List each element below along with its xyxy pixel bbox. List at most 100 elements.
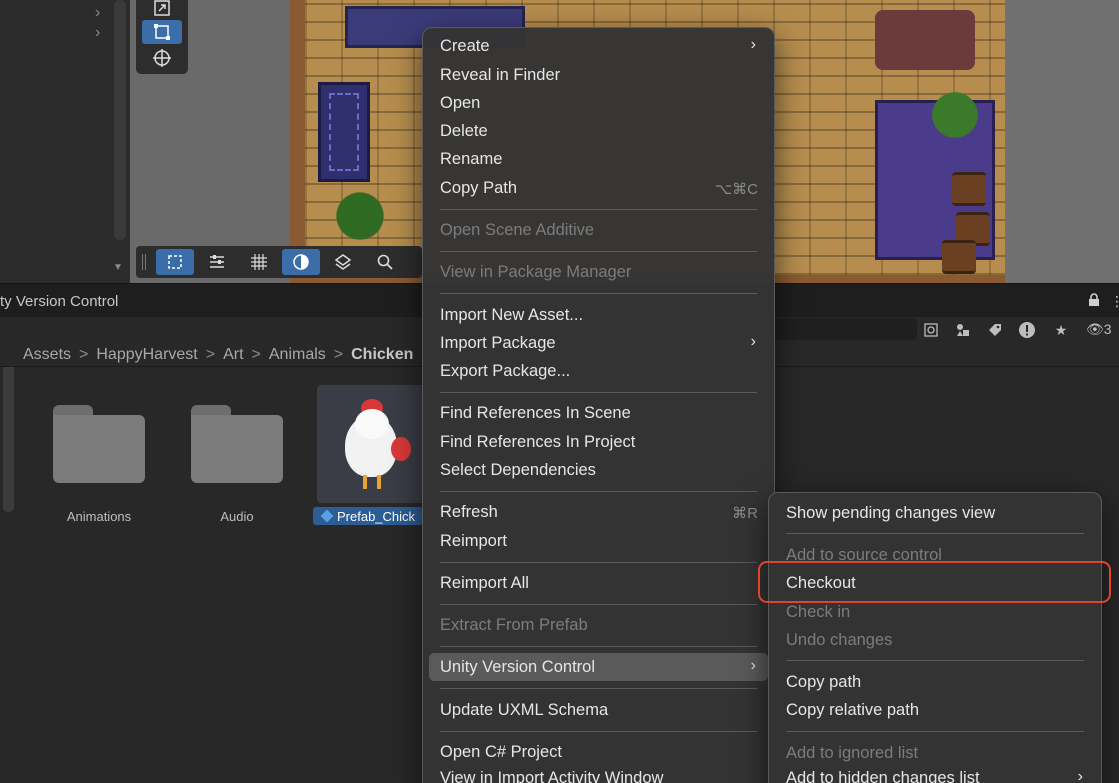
menu-item-find-references-in-scene[interactable]: Find References In Scene bbox=[429, 399, 768, 427]
layers-icon[interactable] bbox=[324, 249, 362, 275]
hierarchy-pane: › › ▼ bbox=[0, 0, 130, 283]
chevron-right-icon: › bbox=[750, 657, 756, 674]
search-filter-icon[interactable] bbox=[918, 319, 944, 341]
menu-item-export-package[interactable]: Export Package... bbox=[429, 357, 768, 385]
shortcut-label: ⌥⌘C bbox=[714, 181, 758, 198]
menu-item-open-scene-additive: Open Scene Additive bbox=[440, 220, 595, 239]
plant-sprite bbox=[315, 180, 405, 240]
chevron-right-icon[interactable]: › bbox=[95, 4, 100, 22]
window-title[interactable]: ty Version Control bbox=[0, 293, 118, 310]
breadcrumb-current[interactable]: Chicken bbox=[351, 346, 413, 364]
rug-sprite bbox=[318, 82, 370, 182]
chicken-head bbox=[355, 409, 389, 439]
chevron-right-icon: › bbox=[1077, 768, 1083, 783]
breadcrumb-item[interactable]: Animals bbox=[269, 346, 326, 364]
filter-by-type-icon[interactable] bbox=[950, 319, 976, 341]
menu-item-reimport[interactable]: Reimport bbox=[429, 527, 768, 555]
chevron-right-icon: > bbox=[333, 345, 344, 363]
scroll-down-icon[interactable]: ▼ bbox=[113, 262, 123, 273]
shortcut-label: ⌘R bbox=[732, 505, 758, 522]
barrel-sprite bbox=[942, 240, 976, 274]
asset-label: Animations bbox=[66, 509, 132, 524]
hierarchy-scrollbar[interactable] bbox=[114, 0, 126, 240]
menu-item-unity-version-control[interactable]: Unity Version Control › bbox=[429, 653, 768, 681]
asset-folder-audio[interactable]: Audio bbox=[182, 405, 292, 524]
scale-tool-icon[interactable] bbox=[142, 0, 182, 20]
chicken-wing bbox=[391, 437, 411, 461]
scene-background bbox=[1005, 0, 1119, 283]
rect-select-icon[interactable] bbox=[156, 249, 194, 275]
menu-separator bbox=[786, 533, 1084, 534]
menu-item-open-csharp-project[interactable]: Open C# Project bbox=[429, 738, 768, 766]
align-icon[interactable] bbox=[198, 249, 236, 275]
more-options-icon[interactable]: ⋮ bbox=[1110, 293, 1119, 310]
prefab-cube-icon bbox=[320, 509, 334, 523]
chevron-right-icon: > bbox=[205, 345, 216, 363]
menu-item-copy-path[interactable]: Copy path bbox=[775, 668, 1095, 696]
menu-item-add-to-ignored-list: Add to ignored list bbox=[786, 743, 919, 762]
asset-label-selected[interactable]: Prefab_Chick bbox=[313, 507, 423, 525]
menu-item-reimport-all[interactable]: Reimport All bbox=[429, 569, 768, 597]
menu-separator bbox=[440, 293, 757, 294]
menu-item-import-package[interactable]: Import Package › bbox=[429, 329, 768, 357]
menu-item-select-dependencies[interactable]: Select Dependencies bbox=[429, 456, 768, 484]
asset-folder-animations[interactable]: Animations bbox=[44, 405, 154, 524]
favorite-star-icon[interactable]: ★ bbox=[1048, 319, 1074, 341]
drag-handle-icon[interactable] bbox=[142, 254, 146, 270]
menu-item-copy-relative-path[interactable]: Copy relative path bbox=[775, 696, 1095, 724]
menu-item-rename[interactable]: Rename bbox=[429, 145, 768, 173]
asset-label: Prefab_Chick bbox=[337, 508, 416, 524]
barrel-sprite bbox=[952, 172, 986, 206]
menu-separator bbox=[440, 646, 757, 647]
lock-icon[interactable] bbox=[1088, 293, 1102, 307]
checkout-highlight-annotation bbox=[758, 561, 1111, 603]
chicken-leg bbox=[377, 475, 381, 489]
breadcrumb-item[interactable]: HappyHarvest bbox=[96, 346, 197, 364]
menu-item-extract-from-prefab: Extract From Prefab bbox=[440, 615, 588, 634]
folder-tree-scrollbar[interactable] bbox=[3, 362, 14, 512]
menu-item-import-new-asset[interactable]: Import New Asset... bbox=[429, 301, 768, 329]
circle-icon[interactable] bbox=[282, 249, 320, 275]
chicken-leg bbox=[363, 475, 367, 489]
sofa-sprite bbox=[875, 10, 975, 70]
menu-separator bbox=[786, 660, 1084, 661]
menu-separator bbox=[786, 731, 1084, 732]
menu-separator bbox=[440, 491, 757, 492]
chevron-right-icon: > bbox=[251, 345, 261, 363]
menu-item-update-uxml-schema[interactable]: Update UXML Schema bbox=[429, 696, 768, 724]
breadcrumb-item[interactable]: Art bbox=[223, 346, 243, 364]
menu-separator bbox=[440, 731, 757, 732]
hidden-packages-count[interactable]: 👁3 bbox=[1086, 321, 1112, 338]
menu-item-show-pending-changes[interactable]: Show pending changes view bbox=[775, 499, 1095, 527]
menu-item-create[interactable]: Create › bbox=[429, 32, 768, 60]
menu-item-undo-changes: Undo changes bbox=[786, 630, 893, 649]
menu-item-open[interactable]: Open bbox=[429, 89, 768, 117]
menu-item-view-in-import-activity-window[interactable]: View in Import Activity Window bbox=[429, 764, 768, 783]
chevron-right-icon[interactable]: › bbox=[95, 24, 100, 42]
filter-by-label-icon[interactable] bbox=[982, 319, 1008, 341]
menu-item-add-to-hidden-changes-list[interactable]: Add to hidden changes list › bbox=[775, 764, 1095, 783]
eye-icon: 👁 bbox=[1086, 321, 1104, 337]
menu-item-find-references-in-project[interactable]: Find References In Project bbox=[429, 428, 768, 456]
transform-tool-icon[interactable] bbox=[142, 46, 182, 70]
menu-item-delete[interactable]: Delete bbox=[429, 117, 768, 145]
chevron-right-icon: > bbox=[79, 345, 89, 363]
grid-snap-icon[interactable] bbox=[240, 249, 278, 275]
menu-separator bbox=[440, 688, 757, 689]
prefab-thumbnail[interactable] bbox=[317, 385, 425, 503]
context-menu: Create › Reveal in Finder Open Delete Ren… bbox=[422, 27, 775, 783]
rect-tool-icon[interactable] bbox=[142, 20, 182, 44]
plant-sprite bbox=[920, 80, 990, 150]
chevron-right-icon: › bbox=[750, 36, 756, 53]
menu-item-reveal-in-finder[interactable]: Reveal in Finder bbox=[429, 61, 768, 89]
asset-label: Audio bbox=[220, 509, 254, 524]
search-input[interactable] bbox=[770, 318, 917, 340]
menu-separator bbox=[440, 562, 757, 563]
menu-separator bbox=[440, 392, 757, 393]
menu-item-refresh[interactable]: Refresh ⌘R bbox=[429, 498, 768, 526]
warning-icon[interactable] bbox=[1014, 319, 1040, 341]
chevron-right-icon: › bbox=[750, 333, 756, 350]
breadcrumb-item[interactable]: Assets bbox=[23, 346, 71, 364]
menu-item-copy-path[interactable]: Copy Path ⌥⌘C bbox=[429, 174, 768, 202]
search-icon[interactable] bbox=[366, 249, 404, 275]
